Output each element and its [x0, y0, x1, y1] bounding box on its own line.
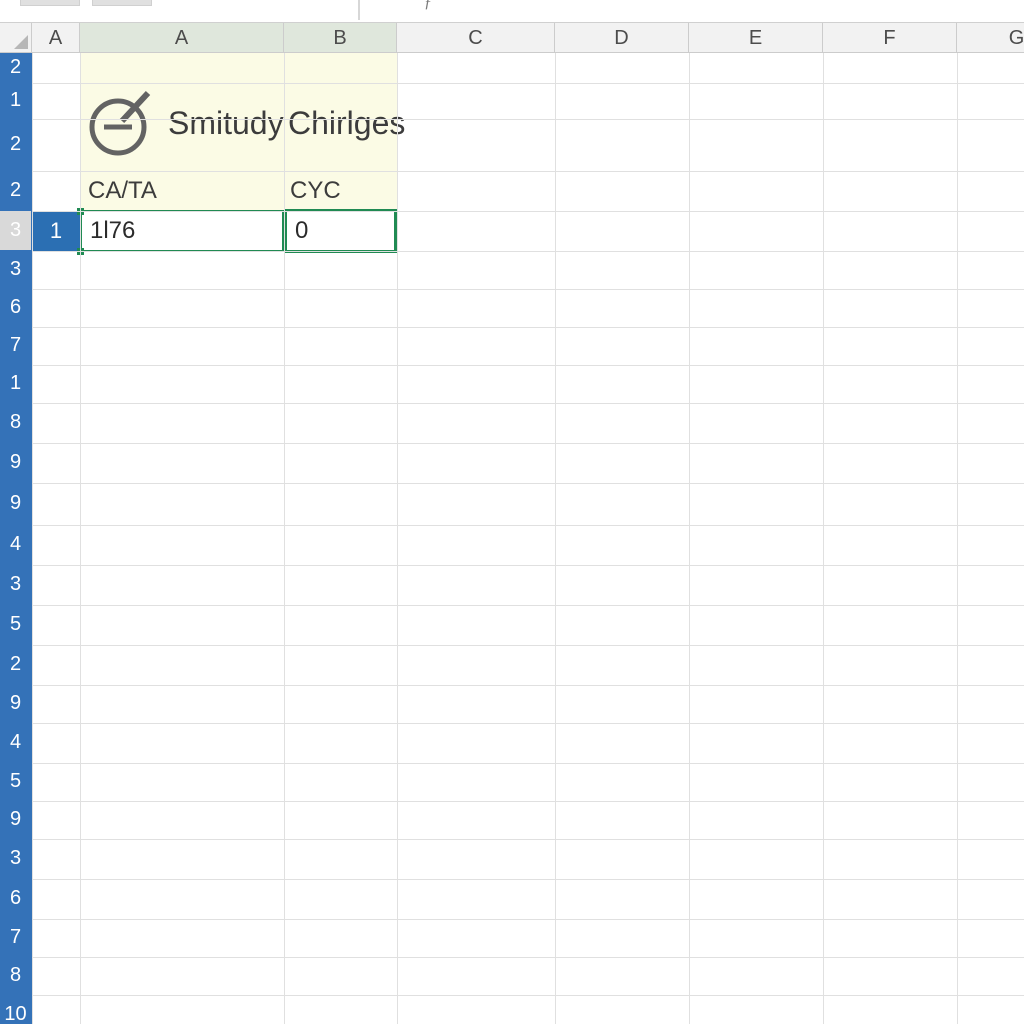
header-title-b: Chirlges — [288, 105, 405, 142]
gridline — [32, 327, 1024, 328]
gridline — [32, 839, 1024, 840]
toolbar-separator — [358, 0, 360, 20]
row-header[interactable]: 2 — [0, 53, 32, 83]
column-header[interactable]: A — [32, 23, 80, 53]
gridline — [32, 919, 1024, 920]
row-header[interactable]: 7 — [0, 919, 32, 957]
gridline — [32, 957, 1024, 958]
row-header[interactable]: 4 — [0, 723, 32, 763]
select-all-corner[interactable] — [0, 23, 32, 53]
toolbar-button[interactable] — [92, 0, 152, 6]
row-index-cell[interactable]: 1 — [32, 211, 80, 251]
gridline — [32, 443, 1024, 444]
gridline — [32, 565, 1024, 566]
row-header[interactable]: 6 — [0, 289, 32, 327]
column-header[interactable]: D — [555, 23, 689, 53]
row-header[interactable]: 6 — [0, 879, 32, 919]
formula-bar-fx-icon[interactable]: ƒ — [424, 0, 432, 12]
cell-a-value[interactable]: 1l76 — [80, 210, 284, 252]
spreadsheet-grid[interactable]: Smitudy Chirlges CA/TA CYC 1 1l76 0 AABC… — [0, 22, 1024, 1024]
row-header[interactable]: 9 — [0, 801, 32, 839]
column-header[interactable]: C — [397, 23, 555, 53]
row-header[interactable]: 10 — [0, 995, 32, 1024]
gridline — [32, 685, 1024, 686]
row-header[interactable]: 3 — [0, 211, 32, 251]
row-header[interactable]: 8 — [0, 957, 32, 995]
subheader-b: CYC — [290, 177, 341, 205]
column-header[interactable]: A — [80, 23, 284, 53]
gridline — [32, 763, 1024, 764]
row-header[interactable]: 5 — [0, 763, 32, 801]
gridline — [32, 525, 1024, 526]
gridline — [32, 251, 1024, 252]
gridline — [32, 365, 1024, 366]
row-header[interactable]: 2 — [0, 171, 32, 211]
gridline — [32, 645, 1024, 646]
gridline — [32, 483, 1024, 484]
row-header[interactable]: 5 — [0, 605, 32, 645]
column-header[interactable]: B — [284, 23, 397, 53]
cell-b-value[interactable]: 0 — [284, 209, 397, 253]
gridline — [32, 723, 1024, 724]
row-header[interactable]: 3 — [0, 839, 32, 879]
row-header[interactable]: 8 — [0, 403, 32, 443]
gridline — [32, 801, 1024, 802]
gridline — [32, 879, 1024, 880]
row-header[interactable]: 7 — [0, 327, 32, 365]
check-circle-icon — [86, 85, 160, 164]
row-header[interactable]: 3 — [0, 565, 32, 605]
toolbar-stub: ƒ — [0, 0, 1024, 22]
row-header[interactable]: 4 — [0, 525, 32, 565]
column-header[interactable]: E — [689, 23, 823, 53]
subheader-a: CA/TA — [88, 177, 157, 205]
gridline — [32, 403, 1024, 404]
gridline — [32, 171, 1024, 172]
gridline — [32, 995, 1024, 996]
gridline — [32, 605, 1024, 606]
row-header[interactable]: 1 — [0, 83, 32, 119]
header-title-a: Smitudy — [168, 105, 284, 142]
row-header[interactable]: 9 — [0, 685, 32, 723]
row-header[interactable]: 9 — [0, 483, 32, 525]
row-header[interactable]: 1 — [0, 365, 32, 403]
row-header[interactable]: 2 — [0, 119, 32, 171]
gridline — [32, 211, 1024, 212]
gridline — [32, 119, 1024, 120]
gridline — [32, 83, 1024, 84]
gridline — [32, 289, 1024, 290]
row-header[interactable]: 3 — [0, 251, 32, 289]
column-header[interactable]: G — [957, 23, 1024, 53]
column-header[interactable]: F — [823, 23, 957, 53]
toolbar-button[interactable] — [20, 0, 80, 6]
row-header[interactable]: 9 — [0, 443, 32, 483]
row-header[interactable]: 2 — [0, 645, 32, 685]
